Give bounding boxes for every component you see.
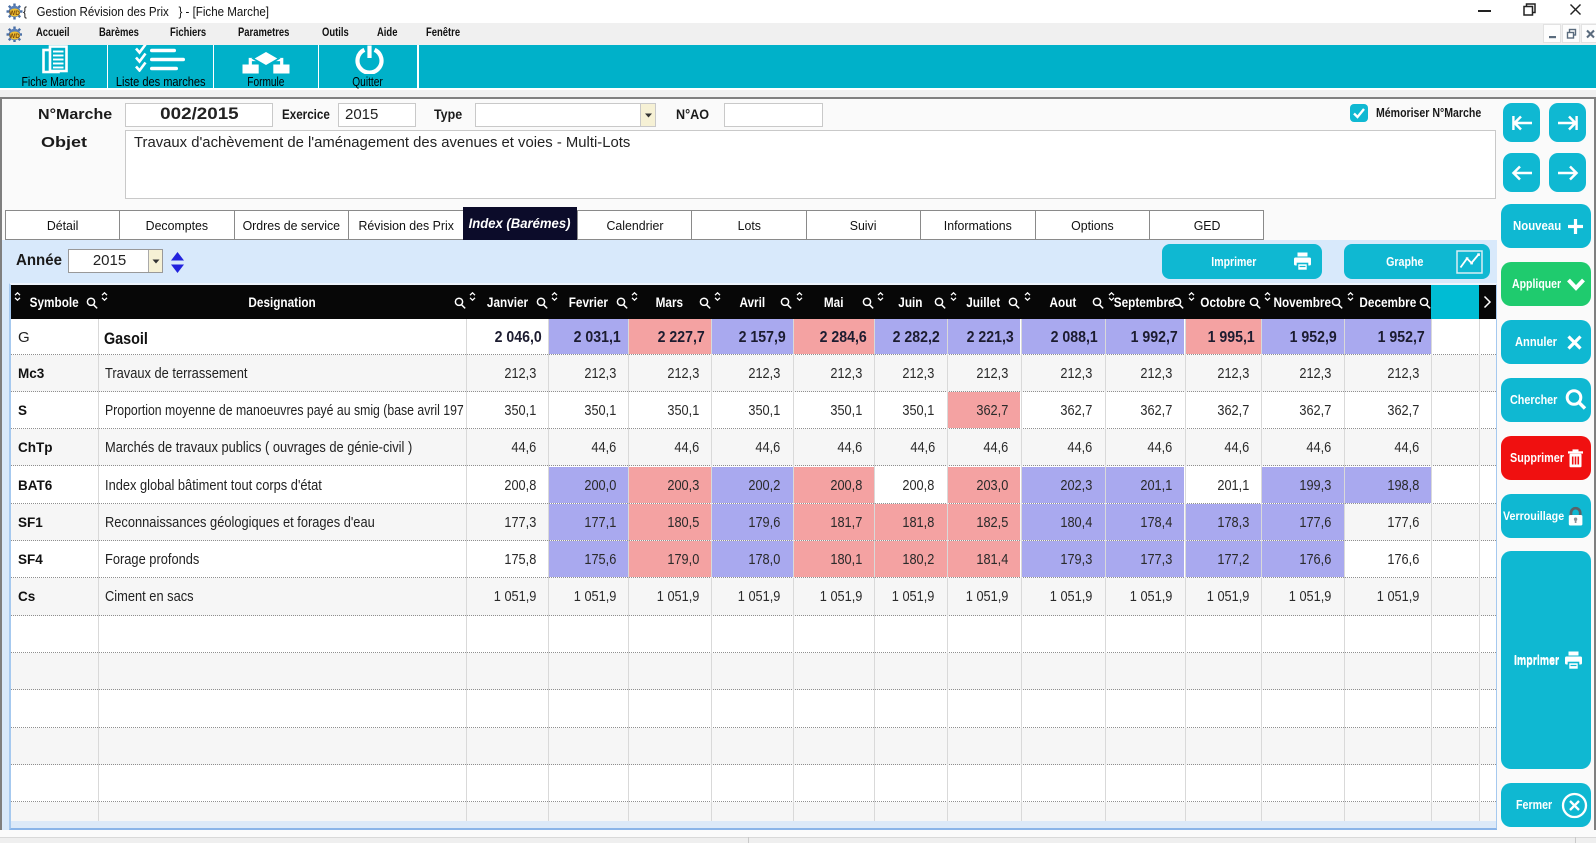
svg-text:WD: WD — [9, 10, 20, 17]
svg-text:WD: WD — [9, 33, 20, 40]
